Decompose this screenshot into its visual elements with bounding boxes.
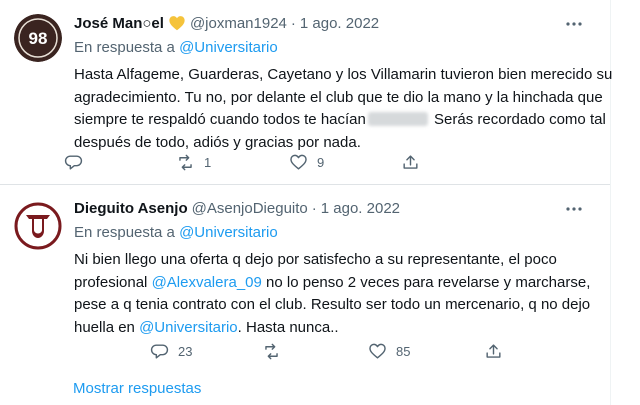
timeline-border	[610, 0, 611, 405]
tweet-header: José Man○el @joxman1924 · 1 ago. 2022	[74, 12, 379, 34]
reply-prefix: En respuesta a	[74, 224, 180, 241]
mention-link[interactable]: @Universitario	[179, 224, 278, 241]
avatar-logo-text: 98	[29, 29, 48, 48]
heart-icon	[369, 343, 386, 359]
heart-icon	[290, 154, 307, 170]
mention-link[interactable]: @Alexvalera_09	[152, 274, 262, 291]
reply-button[interactable]: 23	[150, 336, 192, 366]
more-options-icon[interactable]	[564, 14, 584, 34]
share-button[interactable]	[401, 147, 420, 177]
share-button[interactable]	[484, 336, 503, 366]
tweet-text: Ni bien llego una oferta q dejo por sati…	[74, 249, 614, 339]
reply-icon	[150, 343, 169, 359]
like-button[interactable]: 9	[289, 147, 324, 177]
tweet[interactable]: Dieguito Asenjo @AsenjoDieguito · 1 ago.…	[0, 184, 610, 371]
show-replies-link[interactable]: Mostrar respuestas	[73, 380, 201, 397]
reply-context: En respuesta a @Universitario	[74, 39, 278, 56]
share-icon	[403, 154, 418, 169]
tweet-header: Dieguito Asenjo @AsenjoDieguito · 1 ago.…	[74, 197, 400, 219]
reply-prefix: En respuesta a	[74, 39, 180, 56]
mention-link[interactable]: @Universitario	[139, 319, 238, 336]
user-handle[interactable]: @AsenjoDieguito	[192, 200, 308, 217]
reply-button[interactable]	[64, 147, 92, 177]
share-icon	[486, 343, 501, 358]
separator-dot: ·	[311, 199, 317, 217]
retweet-count: 1	[204, 154, 212, 170]
like-count: 85	[396, 343, 411, 359]
tweet-text-part: . Hasta nunca..	[237, 318, 339, 336]
retweet-icon	[265, 343, 278, 359]
blurred-word	[367, 112, 428, 126]
separator-dot: ·	[290, 14, 296, 32]
reply-icon	[64, 154, 83, 170]
tweet-text: Hasta Alfageme, Guarderas, Cayetano y lo…	[74, 64, 614, 154]
retweet-icon	[179, 154, 192, 170]
like-button[interactable]: 85	[368, 336, 410, 366]
mention-link[interactable]: @Universitario	[179, 39, 278, 56]
like-count: 9	[317, 154, 325, 170]
tweet-actions: 23 85	[64, 336, 514, 366]
reply-context: En respuesta a @Universitario	[74, 224, 278, 241]
display-name[interactable]: José Man○el	[74, 15, 164, 32]
avatar[interactable]: 98	[14, 14, 62, 62]
reply-count: 23	[178, 343, 193, 359]
tweet-date[interactable]: 1 ago. 2022	[321, 200, 400, 217]
retweet-button[interactable]	[262, 336, 290, 366]
tweet-actions: 1 9	[64, 147, 514, 177]
display-name[interactable]: Dieguito Asenjo	[74, 200, 188, 217]
avatar[interactable]	[14, 202, 62, 250]
tweet-date[interactable]: 1 ago. 2022	[300, 15, 379, 32]
yellow-heart-icon	[169, 16, 185, 31]
user-handle[interactable]: @joxman1924	[190, 15, 287, 32]
retweet-button[interactable]: 1	[176, 147, 211, 177]
tweet[interactable]: 98 José Man○el @joxman1924 · 1 ago. 2022…	[0, 0, 612, 183]
more-options-icon[interactable]	[564, 199, 584, 219]
